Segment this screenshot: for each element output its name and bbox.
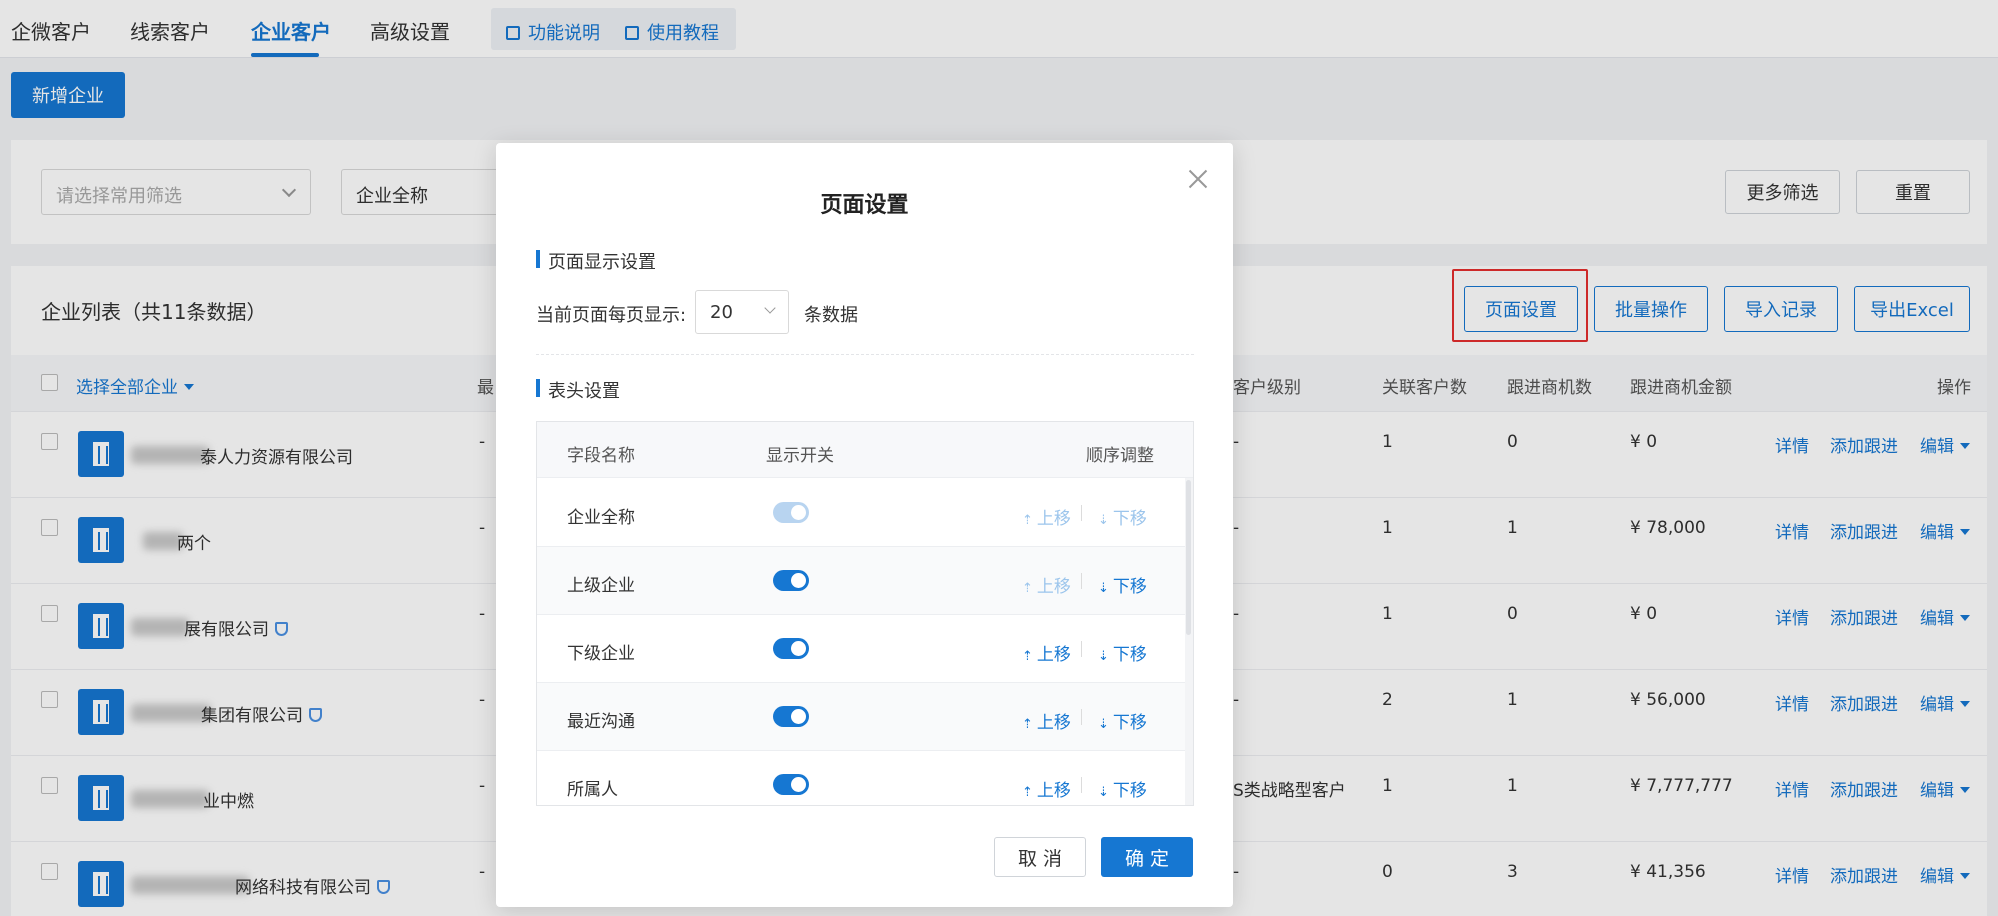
move-down-button[interactable]: ⇣ 下移: [1098, 708, 1147, 733]
confirm-button[interactable]: 确 定: [1101, 837, 1193, 877]
per-page-label: 当前页面每页显示:: [536, 305, 687, 326]
field-row: 上级企业 ⇡ 上移 ⇣ 下移: [537, 547, 1185, 615]
move-up-icon: ⇡: [1022, 785, 1033, 800]
move-down-label: 下移: [1112, 645, 1147, 665]
field-row: 最近沟通 ⇡ 上移 ⇣ 下移: [537, 683, 1185, 751]
divider: [1081, 641, 1082, 657]
move-up-button: ⇡ 上移: [1022, 572, 1071, 597]
move-down-label: 下移: [1112, 781, 1147, 801]
visibility-toggle[interactable]: [773, 706, 809, 727]
field-name: 所属人: [567, 780, 618, 800]
visibility-toggle[interactable]: [773, 638, 809, 659]
move-down-label: 下移: [1112, 713, 1147, 733]
order-header: 顺序调整: [1086, 446, 1154, 466]
move-down-icon: ⇣: [1098, 649, 1109, 664]
move-down-icon: ⇣: [1098, 513, 1109, 528]
field-name: 最近沟通: [567, 712, 635, 732]
divider: [1081, 573, 1082, 589]
move-up-button: ⇡ 上移: [1022, 504, 1071, 529]
field-name: 企业全称: [567, 508, 635, 528]
move-up-button[interactable]: ⇡ 上移: [1022, 640, 1071, 665]
move-down-button: ⇣ 下移: [1098, 504, 1147, 529]
move-up-icon: ⇡: [1022, 649, 1033, 664]
divider: [1081, 709, 1082, 725]
display-section-title: 页面显示设置: [536, 248, 656, 274]
visibility-toggle: [773, 502, 809, 523]
divider: [1081, 505, 1082, 521]
move-up-icon: ⇡: [1022, 581, 1033, 596]
move-down-button[interactable]: ⇣ 下移: [1098, 572, 1147, 597]
field-row: 企业全称 ⇡ 上移 ⇣ 下移: [537, 479, 1185, 547]
move-up-icon: ⇡: [1022, 513, 1033, 528]
move-up-label: 上移: [1036, 713, 1071, 733]
move-up-icon: ⇡: [1022, 717, 1033, 732]
divider: [1081, 777, 1082, 793]
per-page-select[interactable]: 20: [695, 290, 789, 334]
visibility-toggle[interactable]: [773, 570, 809, 591]
move-up-label: 上移: [1036, 645, 1071, 665]
field-name: 上级企业: [567, 576, 635, 596]
move-down-button[interactable]: ⇣ 下移: [1098, 776, 1147, 801]
move-down-icon: ⇣: [1098, 581, 1109, 596]
move-up-button[interactable]: ⇡ 上移: [1022, 708, 1071, 733]
field-name-header: 字段名称: [567, 446, 635, 466]
header-section-title: 表头设置: [536, 377, 620, 403]
field-name: 下级企业: [567, 644, 635, 664]
move-down-icon: ⇣: [1098, 717, 1109, 732]
modal-title: 页面设置: [820, 193, 909, 218]
move-up-button[interactable]: ⇡ 上移: [1022, 776, 1071, 801]
chevron-down-icon: [764, 302, 776, 314]
move-down-icon: ⇣: [1098, 785, 1109, 800]
toggle-header: 显示开关: [766, 446, 834, 466]
settings-table-header: 字段名称 显示开关 顺序调整: [537, 422, 1193, 478]
move-up-label: 上移: [1036, 781, 1071, 801]
close-icon[interactable]: [1188, 169, 1208, 189]
visibility-toggle[interactable]: [773, 774, 809, 795]
per-page-value: 20: [710, 302, 733, 323]
move-up-label: 上移: [1036, 509, 1071, 529]
field-row: 所属人 ⇡ 上移 ⇣ 下移: [537, 751, 1185, 805]
move-down-button[interactable]: ⇣ 下移: [1098, 640, 1147, 665]
move-down-label: 下移: [1112, 577, 1147, 597]
scrollbar-thumb[interactable]: [1186, 480, 1191, 635]
per-page-suffix: 条数据: [804, 305, 858, 326]
field-row: 下级企业 ⇡ 上移 ⇣ 下移: [537, 615, 1185, 683]
cancel-button[interactable]: 取 消: [994, 837, 1086, 877]
page-settings-modal: 页面设置 页面显示设置 当前页面每页显示: 20 条数据 表头设置 字段名称 显…: [496, 143, 1233, 907]
move-up-label: 上移: [1036, 577, 1071, 597]
settings-scrollbar[interactable]: [1185, 478, 1193, 805]
section-divider: [536, 354, 1194, 355]
header-settings-table: 字段名称 显示开关 顺序调整 企业全称 ⇡ 上移 ⇣ 下移 上级企业 ⇡ 上移 ⇣ 下移…: [536, 421, 1194, 806]
move-down-label: 下移: [1112, 509, 1147, 529]
